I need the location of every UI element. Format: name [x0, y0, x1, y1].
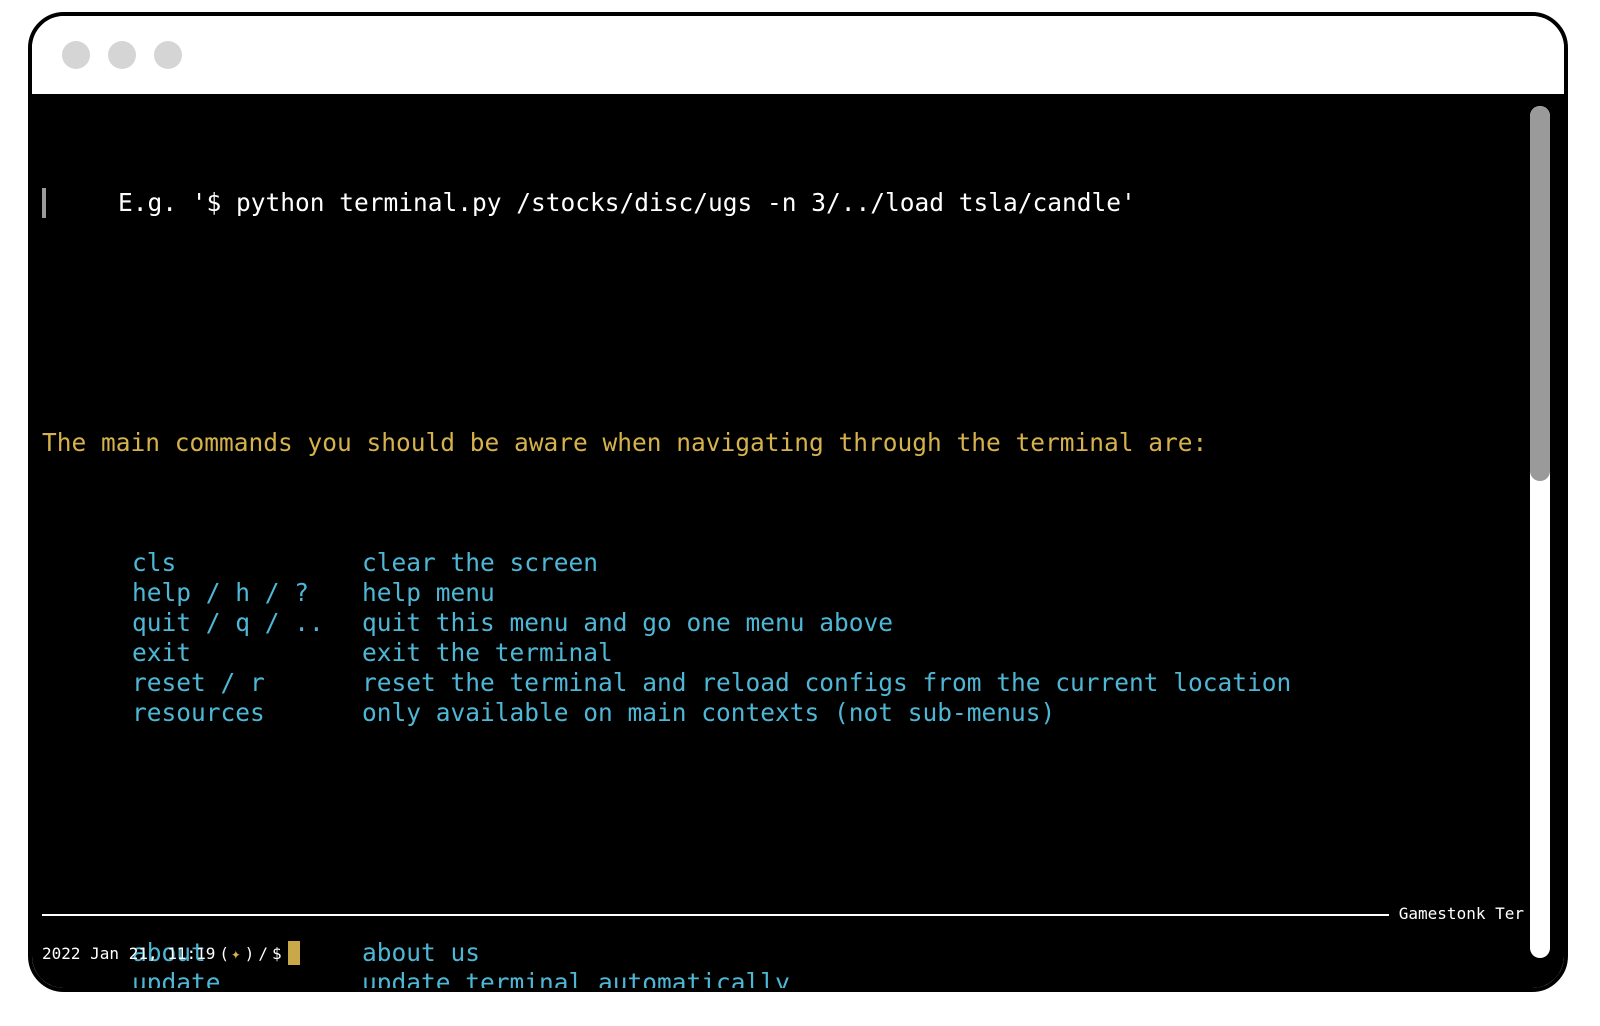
prompt-line[interactable]: 2022 Jan 21, 11:19 ( ✦ ) / $	[42, 936, 300, 970]
footer-rule: Gamestonk Ter	[42, 898, 1524, 928]
command-desc: about us	[362, 938, 480, 967]
quote-bar-icon	[42, 188, 46, 218]
command-desc: quit this menu and go one menu above	[362, 608, 893, 637]
command-desc: only available on main contexts (not sub…	[362, 698, 1055, 727]
command-name: help / h / ?	[132, 578, 362, 608]
example-line: E.g. '$ python terminal.py /stocks/disc/…	[32, 188, 1564, 218]
command-row: reset / rreset the terminal and reload c…	[32, 668, 1564, 698]
command-desc: clear the screen	[362, 548, 598, 577]
cursor-icon	[288, 941, 300, 965]
command-desc: exit the terminal	[362, 638, 613, 667]
command-row: clsclear the screen	[32, 548, 1564, 578]
command-row: resourcesonly available on main contexts…	[32, 698, 1564, 728]
terminal-viewport[interactable]: E.g. '$ python terminal.py /stocks/disc/…	[32, 94, 1564, 988]
command-row: updateupdate terminal automatically	[32, 968, 1564, 988]
command-name: reset / r	[132, 668, 362, 698]
footer-label: Gamestonk Ter	[1389, 904, 1524, 923]
prompt-path: /	[258, 944, 268, 963]
terminal-window: E.g. '$ python terminal.py /stocks/disc/…	[28, 12, 1568, 992]
command-desc: help menu	[362, 578, 495, 607]
window-control-close[interactable]	[62, 41, 90, 69]
window-control-minimize[interactable]	[108, 41, 136, 69]
prompt-close-paren: )	[245, 944, 255, 963]
command-row: help / h / ?help menu	[32, 578, 1564, 608]
horizontal-rule-icon	[42, 914, 1389, 916]
terminal-output: E.g. '$ python terminal.py /stocks/disc/…	[32, 94, 1564, 988]
command-name: update	[132, 968, 362, 988]
scrollbar-thumb[interactable]	[1530, 106, 1550, 481]
intro-heading: The main commands you should be aware wh…	[42, 428, 1207, 457]
command-name: quit / q / ..	[132, 608, 362, 638]
prompt-timestamp: 2022 Jan 21, 11:19	[42, 944, 215, 963]
command-desc: reset the terminal and reload configs fr…	[362, 668, 1291, 697]
window-control-zoom[interactable]	[154, 41, 182, 69]
command-name: exit	[132, 638, 362, 668]
scrollbar[interactable]	[1530, 106, 1550, 958]
command-name: cls	[132, 548, 362, 578]
sparkle-icon: ✦	[231, 944, 241, 963]
command-row: quit / q / ..quit this menu and go one m…	[32, 608, 1564, 638]
window-titlebar	[32, 16, 1564, 94]
example-text: E.g. '$ python terminal.py /stocks/disc/…	[118, 188, 1136, 218]
prompt-dollar: $	[272, 944, 282, 963]
command-row: exitexit the terminal	[32, 638, 1564, 668]
command-desc: update terminal automatically	[362, 968, 790, 988]
command-name: resources	[132, 698, 362, 728]
prompt-open-paren: (	[219, 944, 229, 963]
